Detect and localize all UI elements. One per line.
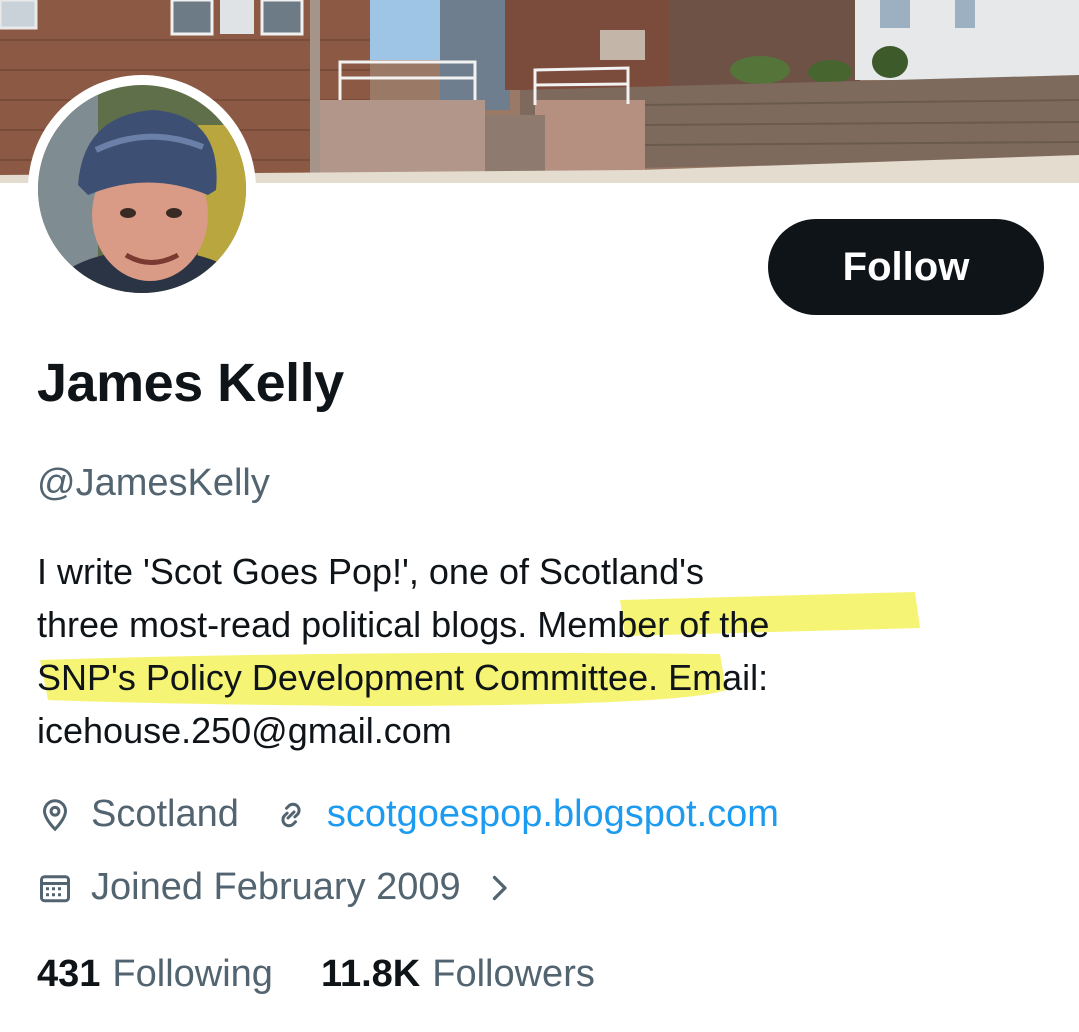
avatar-ring (28, 75, 256, 303)
followers-stat[interactable]: 11.8K Followers (321, 953, 595, 996)
follow-button[interactable]: Follow (768, 219, 1044, 315)
profile-meta-row-1: Scotland scotgoespop.blogspot.com (37, 793, 779, 836)
location-pin-icon (37, 797, 73, 833)
calendar-icon (37, 870, 73, 906)
followers-label: Followers (432, 953, 595, 995)
profile-name: James Kelly (37, 353, 344, 413)
following-stat[interactable]: 431 Following (37, 953, 273, 996)
profile-bio: I write 'Scot Goes Pop!', one of Scotlan… (37, 545, 937, 757)
profile-website-link[interactable]: scotgoespop.blogspot.com (327, 793, 779, 836)
following-label: Following (112, 953, 273, 995)
profile-location: Scotland (91, 793, 239, 835)
profile-meta-row-2[interactable]: Joined February 2009 (37, 866, 517, 909)
profile-stats: 431 Following 11.8K Followers (37, 953, 595, 996)
chevron-right-icon[interactable] (481, 870, 517, 906)
followers-count: 11.8K (320, 953, 421, 995)
link-icon (273, 797, 309, 833)
profile-joined-date: Joined February 2009 (91, 866, 461, 908)
profile-handle: @JamesKelly (37, 462, 270, 504)
avatar[interactable] (38, 85, 246, 293)
following-count: 431 (37, 953, 101, 995)
